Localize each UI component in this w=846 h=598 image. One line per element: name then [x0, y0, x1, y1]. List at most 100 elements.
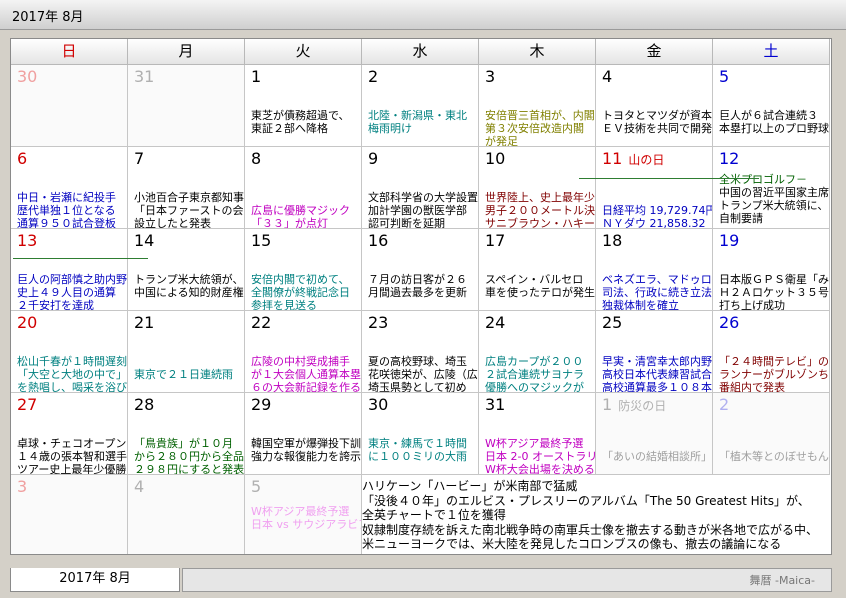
event-text[interactable]: 「植木等とのぼせもん — [719, 450, 829, 463]
day-cell[interactable]: 17 スペイン・バルセロ 車を使ったテロが発生 — [479, 229, 596, 311]
event-text[interactable]: 巨人が６試合連続３ — [719, 109, 818, 122]
week-event-line[interactable]: ハリケーン「ハービー」が米南部で猛威 — [362, 480, 577, 493]
event-text[interactable]: ＥＶ技術を共同で開発 — [602, 122, 712, 135]
event-text[interactable]: 高校日本代表練習試合 — [602, 368, 712, 381]
event-text[interactable]: ベネズエラ、マドゥロ — [602, 273, 712, 286]
event-text[interactable]: 番組内で発表 — [719, 381, 785, 392]
day-cell[interactable]: 31 — [128, 65, 245, 147]
day-cell[interactable]: 19 日本版ＧＰＳ衛星「み Ｈ２Ａロケット３５号 打ち上げ成功 — [713, 229, 830, 311]
event-text[interactable]: 安倍晋三首相が、内閣 — [485, 109, 595, 122]
event-text[interactable]: 「日本ファーストの会 — [134, 204, 243, 217]
event-text[interactable]: W杯アジア最終予選 — [485, 437, 583, 450]
day-cell[interactable]: 26 「２４時間テレビ」の ランナーがブルゾンち 番組内で発表 — [713, 311, 830, 393]
event-text[interactable]: から２８０円から全品 — [134, 450, 244, 463]
event-text[interactable]: 埼玉県勢として初め — [368, 381, 467, 392]
day-cell[interactable]: 12 全米プロゴルフ－ 中国の習近平国家主席 トランプ米大統領に、 自制要請 — [713, 147, 830, 229]
event-text[interactable]: Ｈ２Ａロケット３５号 — [719, 286, 829, 299]
event-text[interactable]: 設立したと発表 — [134, 217, 211, 228]
event-text[interactable]: 「鳥貴族」が１０月 — [134, 437, 233, 450]
day-cell[interactable]: 15 安倍内閣で初めて、 全閣僚が終戦記念日 参拝を見送る — [245, 229, 362, 311]
event-text[interactable]: 韓国空軍が爆弾投下訓 — [251, 437, 361, 450]
day-cell[interactable]: 16 ７月の訪日客が２６ 月間過去最多を更新 — [362, 229, 479, 311]
day-cell[interactable]: 1 東芝が債務超過で、 東証２部へ降格 — [245, 65, 362, 147]
day-cell[interactable]: 2 北陸・新潟県・東北 梅雨明け — [362, 65, 479, 147]
day-cell[interactable]: 6 中日・岩瀬に紀投手 歴代単独１位となる 通算９５０試合登板 — [11, 147, 128, 229]
event-text[interactable]: 「２４時間テレビ」の — [719, 355, 829, 368]
event-text[interactable]: 「あいの結婚相談所」 — [602, 450, 712, 463]
event-text[interactable]: 全閣僚が終戦記念日 — [251, 286, 350, 299]
event-text[interactable]: 中日・岩瀬に紀投手 — [17, 191, 116, 204]
day-cell[interactable]: 18 ベネズエラ、マドゥロ 司法、行政に続き立法 独裁体制を確立 — [596, 229, 713, 311]
day-cell[interactable]: 25 早実・清宮幸太郎内野 高校日本代表練習試合 高校通算最多１０８本 — [596, 311, 713, 393]
day-cell[interactable]: 4 トヨタとマツダが資本 ＥＶ技術を共同で開発 — [596, 65, 713, 147]
event-text[interactable]: に１００ミリの大雨 — [368, 450, 467, 463]
event-text[interactable]: 「大空と大地の中で」 — [17, 368, 127, 381]
event-text[interactable]: 優勝へのマジックが — [485, 381, 584, 392]
event-text[interactable]: 強力な報復能力を誇示 — [251, 450, 361, 463]
day-cell[interactable]: 31 W杯アジア最終予選日本 2-0 オーストラリアW杯大会出場を決める — [479, 393, 596, 475]
event-text[interactable]: 打ち上げ成功 — [719, 299, 785, 310]
event-text[interactable]: 全米プロゴルフ－ — [719, 173, 807, 186]
day-cell[interactable]: 14 トランプ米大統領が、 中国による知的財産権 — [128, 229, 245, 311]
event-text[interactable]: 日本版ＧＰＳ衛星「み — [719, 273, 829, 286]
event-text[interactable]: 史上４９人目の通算 — [17, 286, 116, 299]
event-text[interactable]: ２試合連続サヨナラ — [485, 368, 584, 381]
event-text[interactable]: ツアー史上最年少優勝 — [17, 463, 126, 474]
event-text[interactable]: 通算９５０試合登板 — [17, 217, 116, 228]
event-text[interactable]: 広島に優勝マジック — [251, 204, 350, 217]
event-text[interactable]: 第３次安倍改造内閣 — [485, 122, 584, 135]
event-text[interactable]: ランナーがブルゾンち — [719, 368, 829, 381]
event-text[interactable]: 月間過去最多を更新 — [368, 286, 467, 299]
event-text[interactable]: 東芝が債務超過で、 — [251, 109, 350, 122]
day-cell[interactable]: 4 — [128, 475, 245, 554]
event-text[interactable]: 東京で２１日連続雨 — [134, 368, 233, 381]
day-cell[interactable]: 30 — [11, 65, 128, 147]
event-text[interactable]: 卓球・チェコオープン — [17, 437, 126, 450]
event-text[interactable]: 本塁打以上のプロ野球 — [719, 122, 829, 135]
day-cell[interactable]: 28 「鳥貴族」が１０月 から２８０円から全品 ２９８円にすると発表 — [128, 393, 245, 475]
day-cell[interactable]: 10 世界陸上、史上最年少 男子２００メートル決 サニブラウン・ハキーム — [479, 147, 596, 229]
event-text[interactable]: トランプ米大統領に、 — [719, 199, 828, 212]
event-text[interactable]: ＮＹダウ 21,858.32 — [602, 217, 705, 228]
week-event-line[interactable]: 「没後４０年」のエルビス・プレスリーのアルバム「The 50 Greatest … — [362, 494, 810, 508]
day-cell[interactable]: 20 松山千春が１時間遅刻 「大空と大地の中で」 を熱唱し、喝采を浴び — [11, 311, 128, 393]
day-cell[interactable]: 1 防災の日 「あいの結婚相談所」 — [596, 393, 713, 475]
event-text[interactable]: １４歳の張本智和選手 — [17, 450, 127, 463]
event-text[interactable]: ６の大会新記録を作る — [251, 381, 361, 392]
event-text[interactable]: 日経平均 19,729.74円 — [602, 204, 712, 217]
event-text[interactable]: 東京・練馬で１時間 — [368, 437, 467, 450]
event-text[interactable]: 早実・清宮幸太郎内野 — [602, 355, 712, 368]
event-text[interactable]: 自制要請 — [719, 212, 763, 225]
event-text[interactable]: 安倍内閣で初めて、 — [251, 273, 349, 286]
day-cell[interactable]: 21 東京で２１日連続雨 — [128, 311, 245, 393]
event-text[interactable]: 男子２００メートル決 — [485, 204, 595, 217]
event-text[interactable]: ２千安打を達成 — [17, 299, 94, 310]
day-cell[interactable]: 9 文部科学省の大学設置 加計学園の獣医学部 認可判断を延期 — [362, 147, 479, 229]
event-text[interactable]: 司法、行政に続き立法 — [602, 286, 712, 299]
week-event-line[interactable]: 米ニューヨークでは、米大陸を発見したコロンブスの像も、撤去の議論になる — [362, 538, 781, 551]
event-text[interactable]: 巨人の阿部慎之助内野 — [17, 273, 127, 286]
day-cell[interactable]: 23 夏の高校野球、埼玉 花咲徳栄が、広陵（広 埼玉県勢として初め — [362, 311, 479, 393]
day-cell[interactable]: 3 — [11, 475, 128, 554]
event-text[interactable]: W杯アジア最終予選 — [251, 505, 349, 518]
day-cell[interactable]: 7 小池百合子東京都知事 「日本ファーストの会 設立したと発表 — [128, 147, 245, 229]
week-event-line[interactable]: 奴隷制度存続を訴えた南北戦争時の南軍兵士像を撤去する動きが米各地で広がる中、 — [362, 523, 818, 537]
event-text[interactable]: 中国による知的財産権 — [134, 286, 244, 299]
event-text[interactable]: 小池百合子東京都知事 — [134, 191, 244, 204]
event-text[interactable]: 独裁体制を確立 — [602, 299, 679, 310]
event-text[interactable]: 参拝を見送る — [251, 299, 317, 310]
event-text[interactable]: 夏の高校野球、埼玉 — [368, 355, 467, 368]
day-cell[interactable]: 22 広陵の中村奨成捕手 が１大会個人通算本塁 ６の大会新記録を作る — [245, 311, 362, 393]
week-event-line[interactable]: 全英チャートで１位を獲得 — [362, 509, 506, 522]
event-text[interactable]: 東証２部へ降格 — [251, 122, 328, 135]
event-text[interactable]: 北陸・新潟県・東北 — [368, 109, 467, 122]
event-text[interactable]: サニブラウン・ハキーム — [485, 217, 595, 228]
event-text[interactable]: 「３３」が点灯 — [251, 217, 328, 228]
event-text[interactable]: 認可判断を延期 — [368, 217, 445, 228]
event-text[interactable]: 松山千春が１時間遅刻 — [17, 355, 127, 368]
day-cell[interactable]: 29 韓国空軍が爆弾投下訓 強力な報復能力を誇示 — [245, 393, 362, 475]
event-text[interactable]: 日本 vs サウジアラビア — [251, 518, 361, 531]
event-text[interactable]: が発足 — [485, 135, 518, 146]
day-cell[interactable]: 27 卓球・チェコオープン １４歳の張本智和選手 ツアー史上最年少優勝 — [11, 393, 128, 475]
event-text[interactable]: が１大会個人通算本塁 — [251, 368, 361, 381]
